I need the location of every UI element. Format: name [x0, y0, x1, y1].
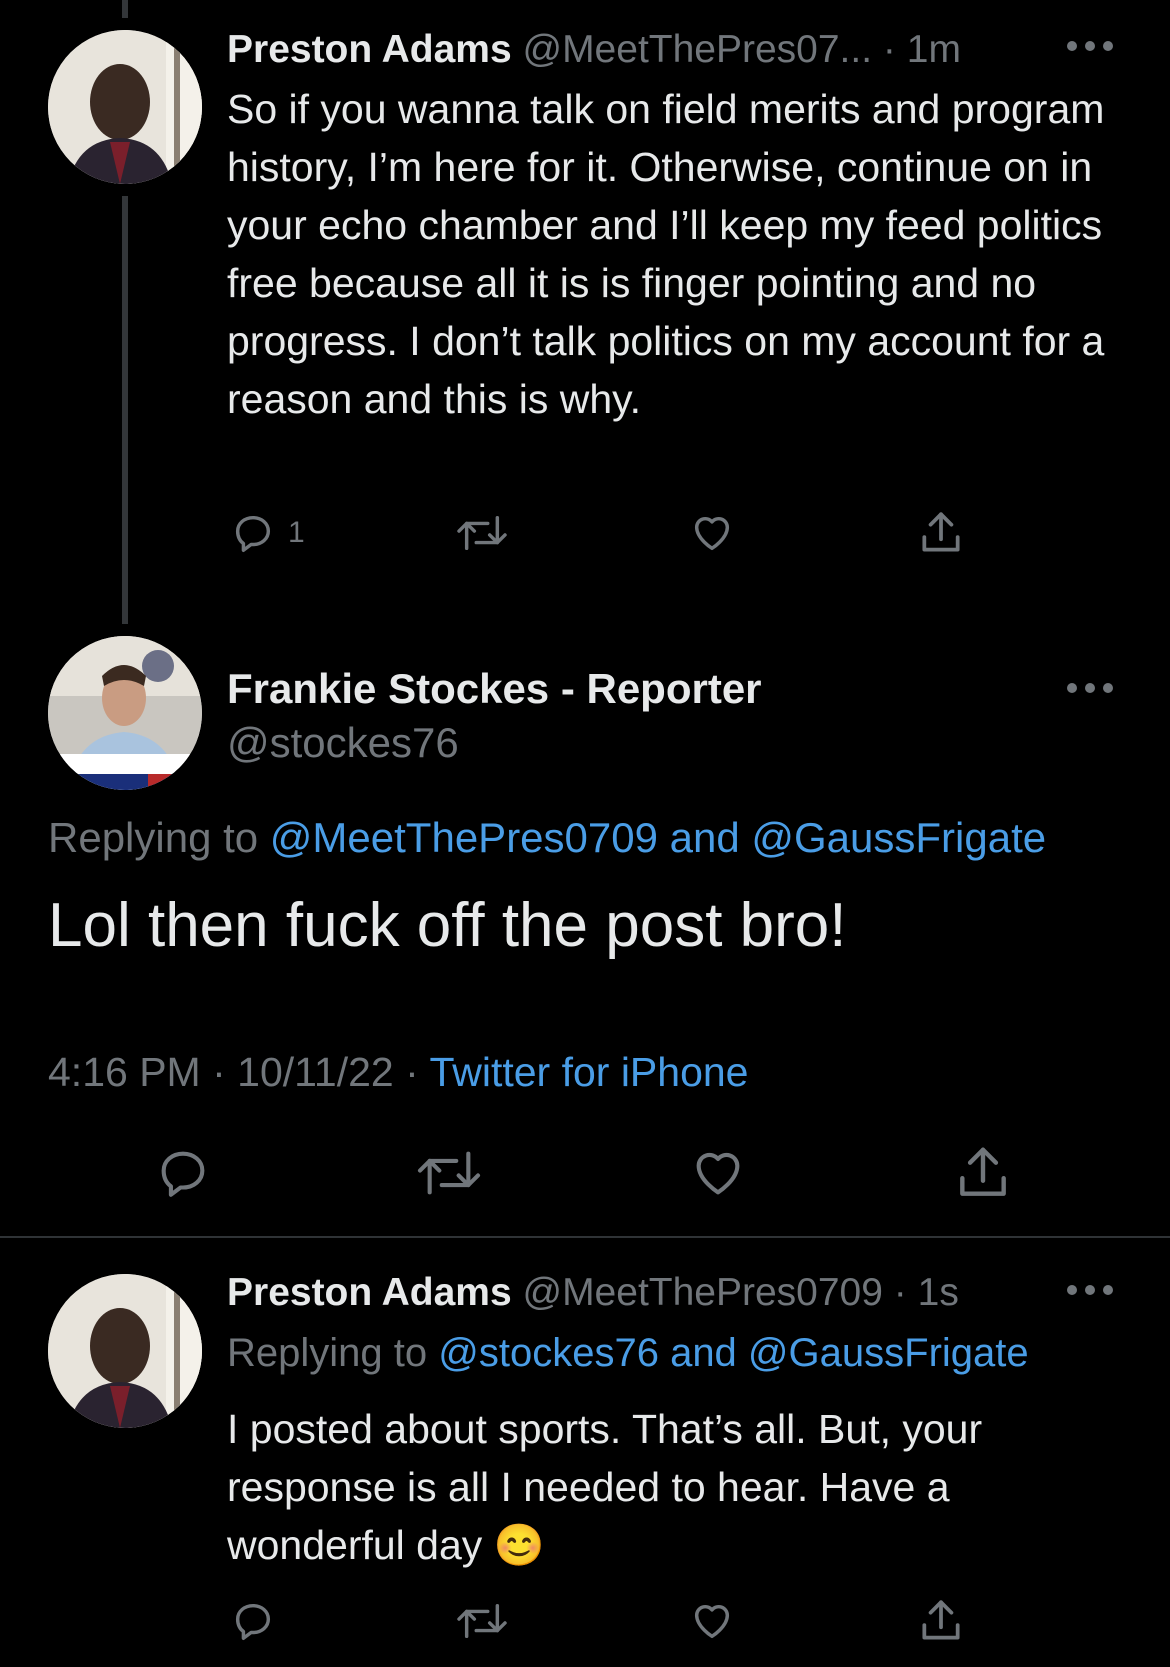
like-icon [696, 1152, 740, 1195]
share-button[interactable] [952, 1142, 1014, 1204]
retweet-icon [457, 1603, 507, 1639]
thread-line [122, 196, 128, 624]
tweet-text: Lol then fuck off the post bro! [48, 891, 847, 960]
replying-to: Replying to @MeetThePres0709 and @GaussF… [48, 812, 1046, 864]
retweet-icon [457, 515, 507, 551]
separator: · [212, 1049, 226, 1095]
separator: · [882, 28, 896, 71]
tweet-text: I posted about sports. That’s all. But, … [227, 1400, 1127, 1574]
replying-users-link[interactable]: @MeetThePres0709 and @GaussFrigate [270, 814, 1046, 861]
like-button[interactable] [688, 1144, 748, 1202]
separator: · [405, 1049, 419, 1095]
retweet-button[interactable] [454, 1598, 510, 1644]
reply-button[interactable]: 1 [230, 510, 305, 556]
reply-icon [161, 1151, 205, 1197]
display-name[interactable]: Preston Adams [227, 1271, 512, 1314]
retweet-icon [417, 1151, 481, 1195]
share-button[interactable] [916, 508, 966, 558]
reply-icon [235, 1603, 271, 1640]
replying-prefix: Replying to [227, 1331, 428, 1375]
more-icon[interactable] [1064, 38, 1116, 54]
like-icon [694, 516, 730, 551]
avatar-image [48, 636, 202, 790]
handle[interactable]: @stockes76 [227, 718, 459, 768]
more-icon[interactable] [1064, 1282, 1116, 1298]
tweet-time[interactable]: 4:16 PM [48, 1049, 201, 1095]
reply-button[interactable] [230, 1598, 276, 1644]
handle[interactable]: @MeetThePres07... [522, 28, 872, 71]
replying-prefix: Replying to [48, 814, 259, 861]
avatar[interactable] [48, 636, 202, 790]
tweet-text: So if you wanna talk on field merits and… [227, 86, 1105, 422]
tweet-meta: 4:16 PM · 10/11/22 · Twitter for iPhone [48, 1046, 748, 1098]
more-icon[interactable] [1064, 680, 1116, 696]
replying-users-link[interactable]: @stockes76 and @GaussFrigate [438, 1331, 1028, 1375]
avatar[interactable] [48, 1274, 202, 1428]
reply-button[interactable] [154, 1144, 212, 1202]
display-name[interactable]: Preston Adams [227, 28, 512, 71]
avatar-image [48, 30, 202, 184]
timestamp[interactable]: 1m [907, 28, 961, 71]
separator: · [893, 1271, 907, 1314]
share-button[interactable] [916, 1596, 966, 1646]
share-icon [922, 1600, 960, 1640]
display-name[interactable]: Frankie Stockes - Reporter [227, 664, 762, 714]
avatar-image [48, 1274, 202, 1428]
divider [0, 1236, 1170, 1238]
source-link[interactable]: Twitter for iPhone [429, 1049, 748, 1095]
thread-line-top [122, 0, 128, 18]
timestamp[interactable]: 1s [918, 1271, 959, 1314]
like-icon [694, 1604, 730, 1639]
share-icon [960, 1147, 1006, 1196]
reply-count: 1 [288, 516, 305, 549]
tweet-text-content: I posted about sports. That’s all. But, … [227, 1406, 983, 1568]
like-button[interactable] [688, 510, 736, 556]
like-button[interactable] [688, 1598, 736, 1644]
smiling-emoji: 😊 [493, 1522, 545, 1568]
handle[interactable]: @MeetThePres0709 [522, 1271, 882, 1314]
tweet-date[interactable]: 10/11/22 [237, 1049, 394, 1095]
retweet-button[interactable] [454, 510, 510, 556]
retweet-button[interactable] [414, 1144, 484, 1202]
reply-icon [235, 515, 271, 552]
replying-to: Replying to @stockes76 and @GaussFrigate [227, 1328, 1029, 1378]
avatar[interactable] [48, 30, 202, 184]
share-icon [922, 512, 960, 552]
